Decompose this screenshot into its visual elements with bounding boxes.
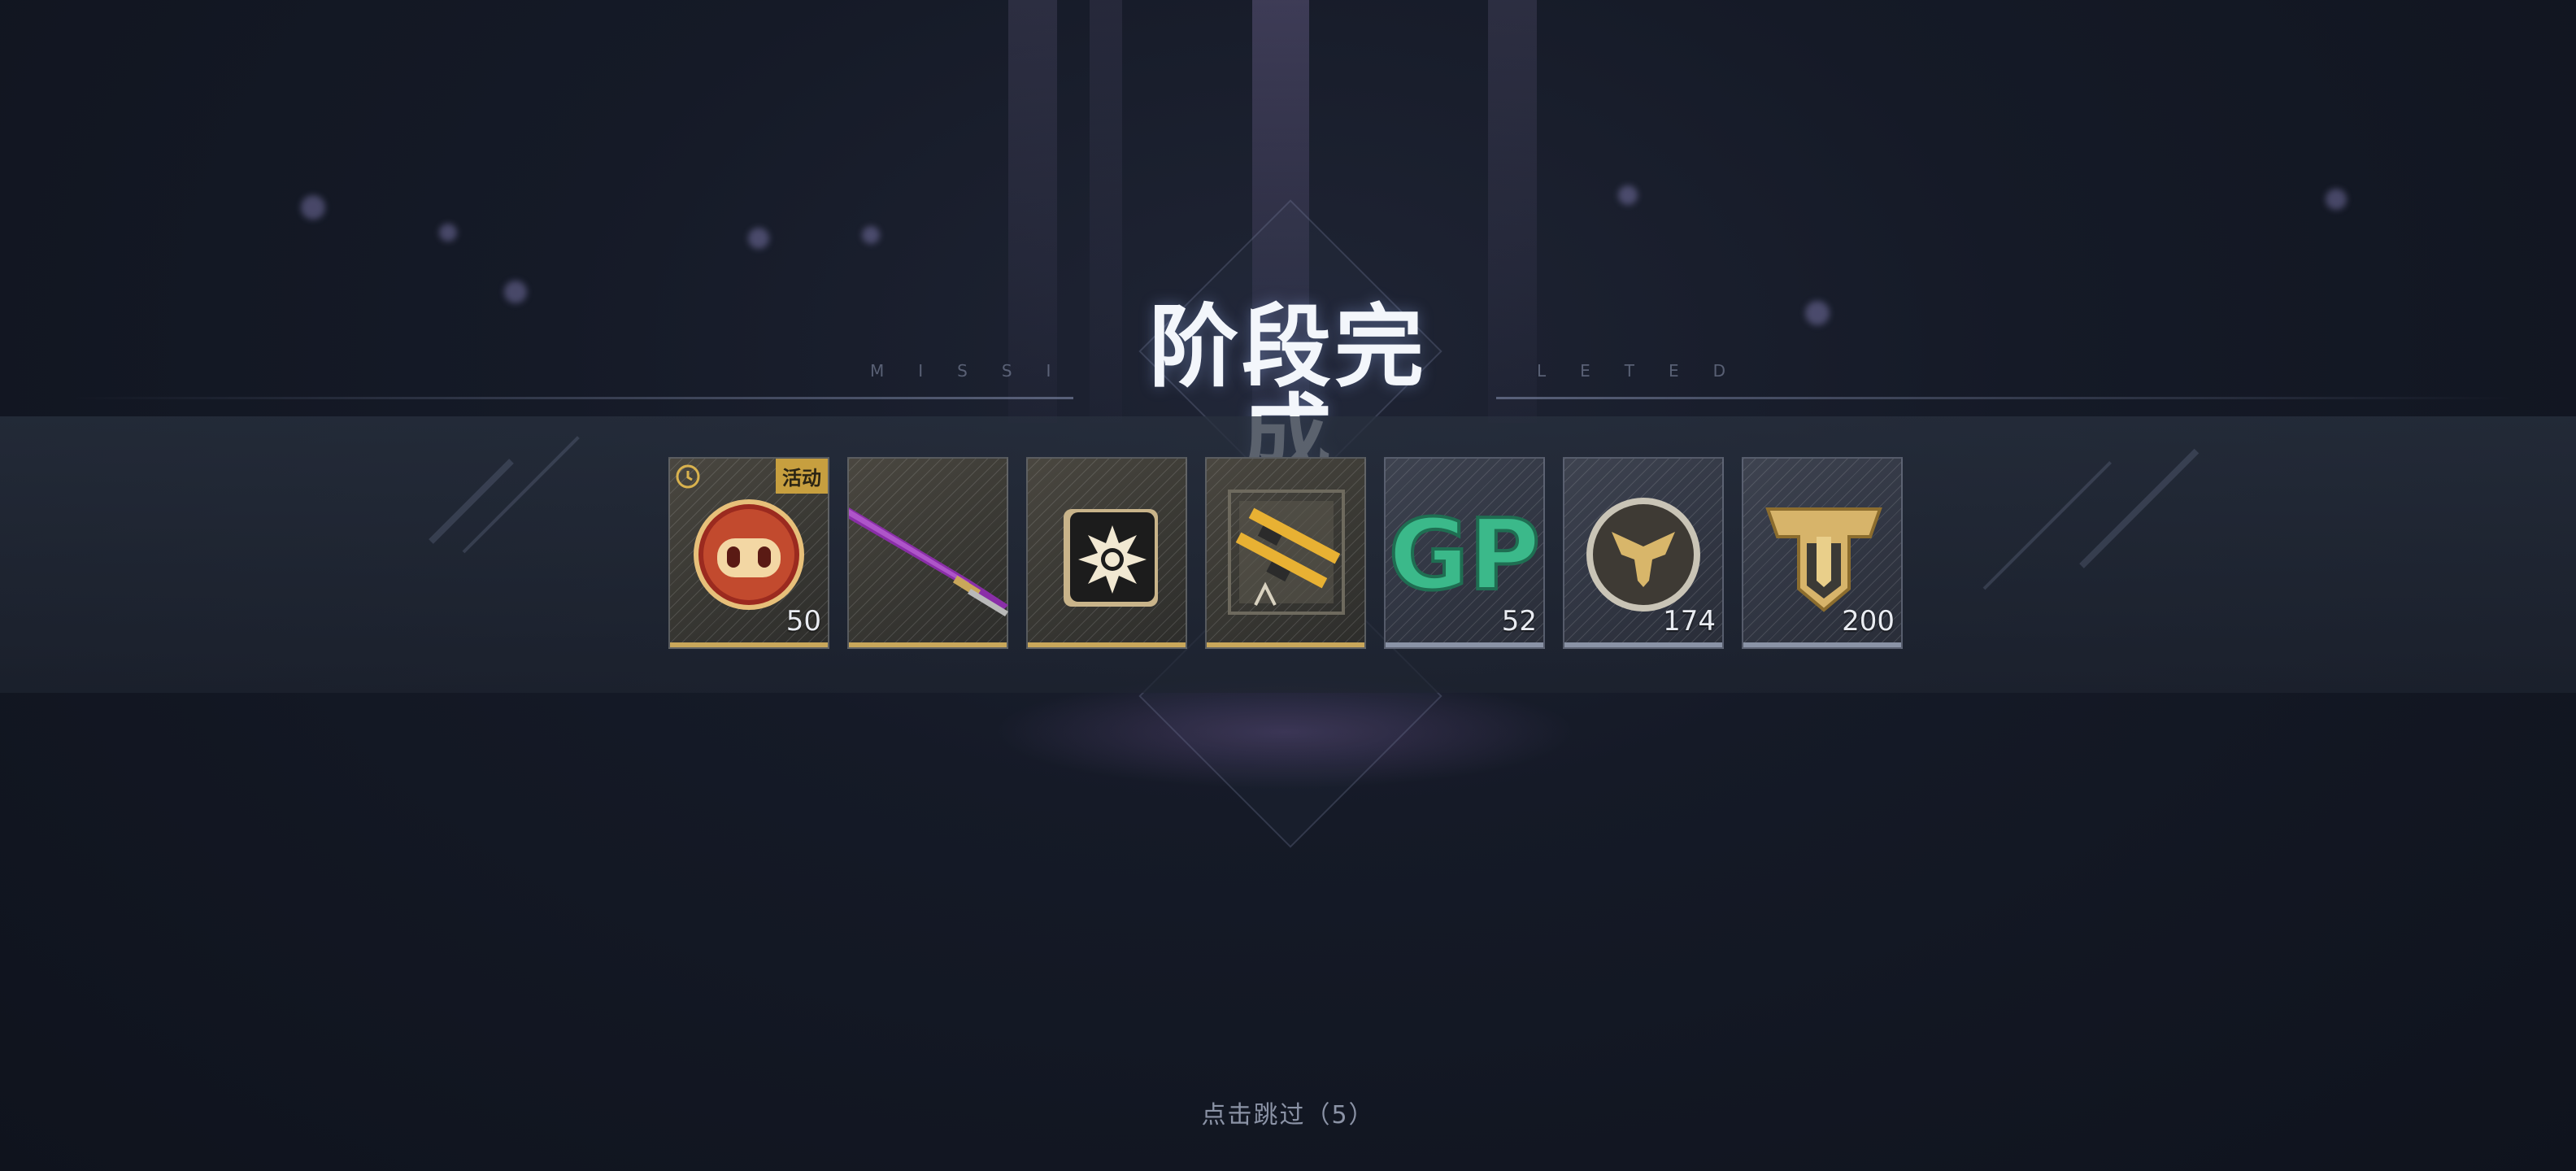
reward-item[interactable] xyxy=(847,457,1008,649)
reward-count: 200 xyxy=(1842,605,1895,638)
svg-text:GP: GP xyxy=(1389,499,1540,612)
skip-hint[interactable]: 点击跳过（5） xyxy=(1125,1095,1451,1130)
rarity-bar xyxy=(1207,642,1364,647)
reward-item[interactable]: 200 xyxy=(1742,457,1903,649)
particle xyxy=(2326,189,2347,210)
reward-count: 50 xyxy=(785,605,821,638)
rarity-bar xyxy=(849,642,1007,647)
rarity-bar xyxy=(1564,642,1722,647)
light-beam xyxy=(1008,0,1057,423)
decor-slash xyxy=(429,459,514,544)
particle xyxy=(862,226,880,244)
clock-icon xyxy=(676,464,700,489)
title-divider-left xyxy=(73,397,1073,399)
title-subtitle-left: MISSI xyxy=(870,361,1086,381)
explosion-card-icon xyxy=(1064,509,1158,607)
reward-count: 52 xyxy=(1501,605,1537,638)
decor-slash xyxy=(2079,448,2200,568)
particle xyxy=(301,195,325,220)
particle xyxy=(1805,301,1830,325)
reward-count: 174 xyxy=(1663,605,1716,638)
decor-slash xyxy=(1982,461,2112,590)
event-tag: 活动 xyxy=(776,459,828,494)
reward-item[interactable] xyxy=(1026,457,1187,649)
particle xyxy=(748,228,769,249)
particle xyxy=(1618,185,1638,205)
rarity-bar xyxy=(1386,642,1543,647)
rarity-bar xyxy=(1028,642,1186,647)
reward-list: 活动 50 GP 52 174 200 xyxy=(668,457,1903,649)
reward-item[interactable]: 活动 50 xyxy=(668,457,829,649)
title-divider-right xyxy=(1496,397,2513,399)
rarity-bar xyxy=(1743,642,1901,647)
katana-icon xyxy=(849,507,1008,616)
title-subtitle-right: LETED xyxy=(1537,361,1760,381)
reward-item[interactable]: 174 xyxy=(1563,457,1724,649)
reward-item[interactable]: GP 52 xyxy=(1384,457,1545,649)
rarity-bar xyxy=(670,642,828,647)
particle xyxy=(504,281,527,303)
particle xyxy=(439,224,457,242)
weapon-crate-icon xyxy=(1228,490,1345,615)
light-beam xyxy=(1488,0,1537,423)
reward-item[interactable] xyxy=(1205,457,1366,649)
